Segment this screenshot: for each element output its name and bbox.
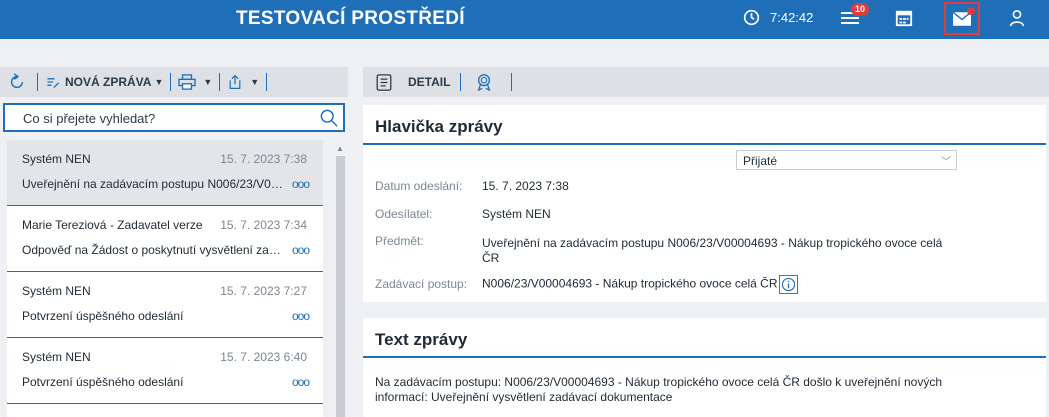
sent-date-label: Datum odeslání: — [375, 179, 463, 193]
refresh-button[interactable] — [8, 73, 30, 91]
message-subject: Potvrzení úspěšného odeslání — [22, 375, 184, 389]
unread-dot — [967, 7, 975, 15]
messages-button[interactable] — [944, 2, 980, 35]
message-list-toolbar: NOVÁ ZPRÁVA ▼ ▼ ▼ — [0, 67, 348, 97]
message-list-scrollbar[interactable]: ▲ — [333, 140, 347, 417]
export-button[interactable]: ▼ — [227, 74, 259, 90]
compose-icon — [47, 78, 60, 89]
toolbar-divider — [170, 73, 172, 91]
sent-date-value: 15. 7. 2023 7:38 — [482, 179, 569, 193]
tab-detail[interactable]: DETAIL — [376, 73, 451, 91]
notification-badge: 10 — [851, 3, 870, 16]
list-item[interactable]: Systém NEN 15. 7. 2023 6:40 Potvrzení ús… — [7, 338, 323, 404]
print-button[interactable]: ▼ — [178, 74, 212, 90]
new-message-button[interactable]: NOVÁ ZPRÁVA ▼ — [45, 74, 163, 90]
scroll-thumb[interactable] — [336, 156, 345, 417]
message-body: Na zadávacím postupu: N006/23/V00004693 … — [375, 375, 943, 404]
toolbar-divider — [219, 73, 221, 91]
session-clock: 7:42:42 — [743, 9, 813, 26]
more-options-icon[interactable]: ooo — [292, 309, 310, 323]
chevron-down-icon: ▼ — [203, 77, 213, 87]
award-icon — [478, 74, 491, 91]
message-date: 15. 7. 2023 7:27 — [220, 284, 307, 298]
sender-label: Odesílatel: — [375, 207, 433, 221]
search-icon[interactable] — [320, 109, 338, 127]
chevron-down-icon: ▼ — [154, 77, 164, 87]
calendar-icon — [895, 10, 913, 27]
share-icon — [229, 74, 241, 89]
toolbar-divider — [460, 73, 462, 91]
toolbar-divider — [511, 73, 513, 91]
message-sender: Marie Tereziová - Zadavatel verze — [22, 218, 203, 232]
message-subject: Odpověď na Žádost o poskytnutí vysvětlen… — [22, 243, 284, 257]
sender-value: Systém NEN — [482, 207, 551, 221]
message-subject: Potvrzení úspěšného odeslání — [22, 309, 184, 323]
top-bar: TESTOVACÍ PROSTŘEDÍ 7:42:42 10 — [0, 0, 1049, 39]
more-options-icon[interactable]: ooo — [292, 243, 310, 257]
message-text-title: Text zprávy — [363, 318, 1046, 358]
clock-icon — [743, 9, 760, 26]
message-subject: Uveřejnění na zadávacím postupu N006/23/… — [22, 177, 284, 191]
info-icon[interactable] — [778, 275, 798, 294]
toolbar-divider — [37, 73, 38, 91]
detail-toolbar: DETAIL — [363, 67, 1049, 97]
message-header-title: Hlavička zprávy — [363, 105, 1046, 145]
list-item[interactable]: Marie Tereziová - Zadavatel verze 15. 7.… — [7, 206, 323, 272]
message-date: 15. 7. 2023 6:40 — [220, 350, 307, 364]
subject-label: Předmět: — [375, 234, 424, 248]
chevron-down-icon: ﹀ — [941, 157, 951, 168]
refresh-icon — [10, 73, 24, 89]
calendar-button[interactable] — [895, 9, 915, 29]
user-profile-button[interactable] — [1008, 9, 1028, 29]
more-options-icon[interactable]: ooo — [292, 177, 310, 191]
toolbar-divider — [266, 73, 268, 91]
tab-detail-label: DETAIL — [408, 75, 451, 89]
message-header-card: Hlavička zprávy Přijaté ﹀ Datum odeslání… — [363, 105, 1046, 302]
scroll-up-icon[interactable]: ▲ — [336, 144, 344, 153]
list-item[interactable]: Systém NEN 15. 7. 2023 7:27 Potvrzení ús… — [7, 272, 323, 338]
message-text-card: Text zprávy Na zadávacím postupu: N006/2… — [363, 318, 1046, 417]
environment-title: TESTOVACÍ PROSTŘEDÍ — [236, 8, 465, 29]
message-status-select[interactable]: Přijaté ﹀ — [736, 150, 957, 170]
message-sender: Systém NEN — [22, 350, 91, 364]
message-date: 15. 7. 2023 7:34 — [220, 218, 307, 232]
message-date: 15. 7. 2023 7:38 — [220, 152, 307, 166]
message-list: Systém NEN 15. 7. 2023 7:38 Uveřejnění n… — [7, 140, 323, 417]
message-sender: Systém NEN — [22, 152, 91, 166]
new-message-label: NOVÁ ZPRÁVA — [65, 75, 152, 89]
message-sender: Systém NEN — [22, 284, 91, 298]
user-icon — [1009, 9, 1025, 27]
list-item[interactable]: Systém NEN 15. 7. 2023 7:38 Uveřejnění n… — [7, 140, 323, 206]
document-icon — [376, 73, 392, 91]
tab-certificate[interactable] — [475, 73, 497, 91]
subject-value: Uveřejnění na zadávacím postupu N006/23/… — [482, 236, 943, 265]
search-input[interactable] — [23, 111, 313, 126]
procedure-row: N006/23/V00004693 - Nákup tropického ovo… — [482, 275, 982, 294]
printer-icon — [178, 74, 197, 90]
chevron-down-icon: ▼ — [250, 77, 260, 87]
more-options-icon[interactable]: ooo — [292, 375, 310, 389]
session-time: 7:42:42 — [770, 10, 814, 25]
message-status-value: Přijaté — [743, 154, 778, 168]
procedure-label: Zadávací postup: — [375, 277, 468, 291]
procedure-value: N006/23/V00004693 - Nákup tropického ovo… — [482, 276, 778, 291]
search-box — [3, 103, 345, 132]
